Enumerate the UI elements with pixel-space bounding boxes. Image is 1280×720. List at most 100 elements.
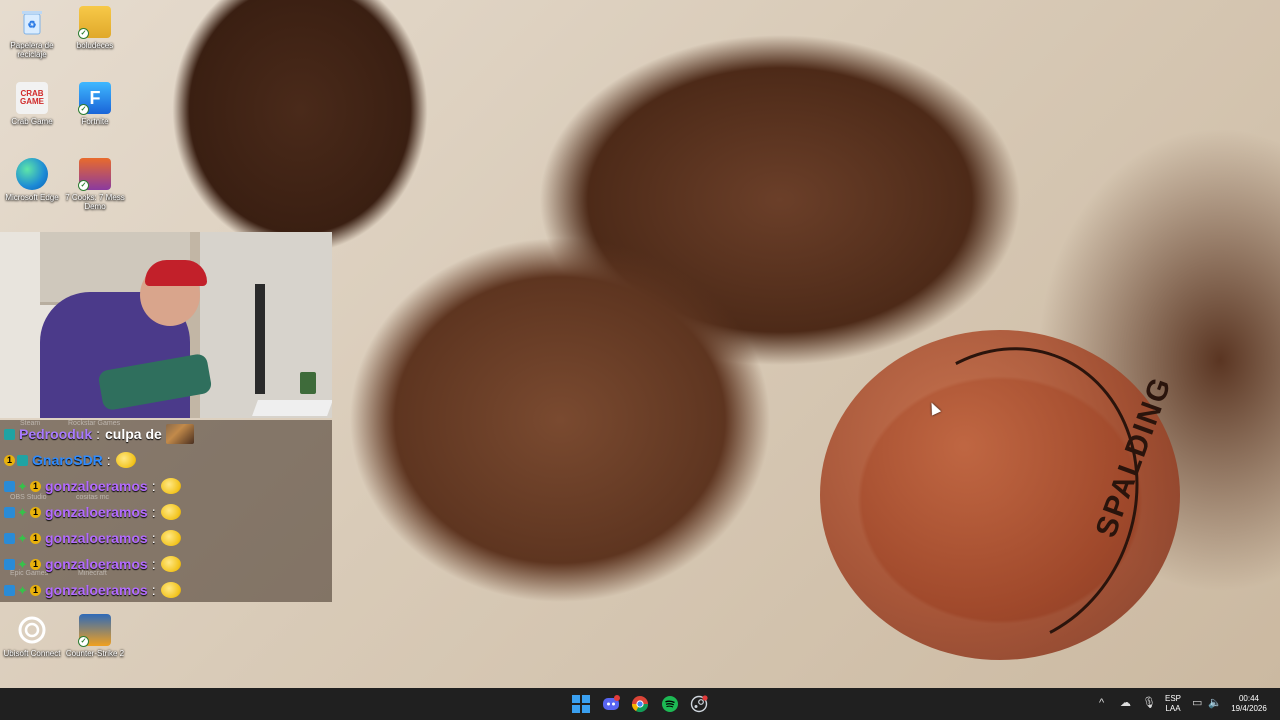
- sunglasses-emote-icon: [160, 582, 181, 598]
- chat-colon: :: [151, 556, 156, 572]
- chat-username[interactable]: Pedrooduk: [19, 426, 92, 442]
- spotify-taskbar-button[interactable]: [660, 694, 680, 714]
- leaf-badge-icon: ✦: [17, 582, 28, 598]
- language-code: ESP: [1164, 694, 1181, 703]
- game-icon: ✓: [78, 158, 111, 191]
- clock-date: 19/4/2026: [1231, 704, 1267, 713]
- sync-check-icon: ✓: [78, 28, 89, 39]
- keyboard: [252, 400, 332, 416]
- desktop-icon-ubisoft[interactable]: Ubisoft Connect: [0, 614, 64, 658]
- desktop-icon-label: boludeces: [76, 41, 114, 50]
- edge-icon: [16, 158, 48, 190]
- chat-message: Pedrooduk : culpa de: [4, 422, 194, 446]
- cup: [300, 372, 316, 394]
- prime-badge-icon: [4, 584, 15, 596]
- clock-time: 00:44: [1238, 694, 1260, 703]
- prime-badge-icon: [4, 558, 15, 570]
- chat-username[interactable]: gonzaloeramos: [45, 478, 148, 494]
- sunglasses-emote-icon: [160, 504, 181, 520]
- leaf-badge-icon: ✦: [17, 556, 28, 572]
- streamer-cap: [145, 260, 207, 286]
- start-button[interactable]: [571, 694, 591, 714]
- chat-colon: :: [151, 478, 156, 494]
- sub-badge-icon: 1: [4, 454, 15, 466]
- chat-message: ✦ 1 gonzaloeramos :: [4, 578, 181, 602]
- taskbar: ^ ☁ 🎙 ESP LAA ▭ 🔈 00:44 19/4/2026: [0, 688, 1280, 720]
- ubisoft-icon: [16, 614, 48, 646]
- desktop-icon-label: Fortnite: [81, 117, 109, 126]
- partner-badge-icon: [4, 428, 15, 440]
- chat-username[interactable]: gonzaloeramos: [45, 556, 148, 572]
- chat-message: ✦ 1 gonzaloeramos :: [4, 500, 181, 524]
- recycle-bin-icon: ♻: [16, 6, 48, 38]
- leaf-badge-icon: ✦: [17, 478, 28, 494]
- chrome-taskbar-button[interactable]: [630, 694, 650, 714]
- volume-icon[interactable]: 🔈: [1208, 697, 1222, 709]
- chat-username[interactable]: gonzaloeramos: [45, 504, 148, 520]
- language-indicator[interactable]: ESP LAA: [1162, 694, 1184, 714]
- microphone-stand: [255, 284, 265, 394]
- windows-logo-icon: [572, 695, 590, 713]
- desktop-icon-label: Microsoft Edge: [5, 193, 59, 202]
- network-icon[interactable]: ▭: [1192, 697, 1202, 709]
- fortnite-icon: F ✓: [78, 82, 111, 115]
- sunglasses-emote-icon: [160, 530, 181, 546]
- chat-text: culpa de: [105, 426, 162, 442]
- discord-icon: [603, 695, 620, 710]
- sunglasses-emote-icon: [160, 478, 181, 494]
- steam-taskbar-button[interactable]: [689, 694, 709, 714]
- leaf-badge-icon: ✦: [17, 530, 28, 546]
- chat-colon: :: [151, 504, 156, 520]
- prime-badge-icon: [4, 532, 15, 544]
- partner-badge-icon: [17, 454, 28, 466]
- desktop-icon-crab-game[interactable]: CRAB GAME Crab Game: [0, 82, 64, 126]
- spotify-icon: [662, 696, 678, 712]
- sync-check-icon: ✓: [78, 180, 89, 191]
- desktop-icon-label: Ubisoft Connect: [3, 649, 61, 658]
- chat-message: ✦ 1 gonzaloeramos :: [4, 552, 181, 576]
- chat-message: 1 GnaroSDR :: [4, 448, 136, 472]
- sub-badge-icon: 1: [30, 584, 41, 596]
- chrome-icon: [631, 696, 649, 713]
- desktop-icon-edge[interactable]: Microsoft Edge: [0, 158, 64, 202]
- chat-colon: :: [151, 582, 156, 598]
- chat-message: ✦ 1 gonzaloeramos :: [4, 474, 181, 498]
- desktop-icon-7-cooks[interactable]: ✓ 7 Cooks: 7 Mess Demo: [63, 158, 127, 211]
- keyboard-layout: LAA: [1165, 704, 1181, 713]
- sunglasses-emote-icon: [115, 452, 136, 468]
- chat-username[interactable]: gonzaloeramos: [45, 530, 148, 546]
- prime-badge-icon: [4, 480, 15, 492]
- svg-text:♻: ♻: [28, 20, 37, 31]
- microphone-icon[interactable]: 🎙: [1142, 697, 1156, 709]
- folder-icon: ✓: [78, 6, 111, 39]
- image-emote-icon: [165, 424, 194, 444]
- chat-username[interactable]: GnaroSDR: [32, 452, 103, 468]
- chat-colon: :: [106, 452, 111, 468]
- desktop-icon-fortnite[interactable]: F ✓ Fortnite: [63, 82, 127, 126]
- sub-badge-icon: 1: [30, 532, 41, 544]
- chat-overlay: Steam Rockstar Games OBS Studio cositas …: [0, 420, 332, 602]
- leaf-badge-icon: ✦: [17, 504, 28, 520]
- sunglasses-emote-icon: [160, 556, 181, 572]
- desktop-icon-label: Papelera de reciclaje: [10, 41, 54, 59]
- counter-strike-icon: ✓: [78, 614, 111, 647]
- show-hidden-icons-chevron-icon[interactable]: ^: [1099, 697, 1104, 709]
- chat-colon: :: [96, 426, 101, 442]
- prime-badge-icon: [4, 506, 15, 518]
- desktop-icon-label: Crab Game: [11, 117, 53, 126]
- steam-icon: [690, 695, 708, 713]
- chat-colon: :: [151, 530, 156, 546]
- discord-taskbar-button[interactable]: [601, 694, 621, 714]
- chat-message: ✦ 1 gonzaloeramos :: [4, 526, 181, 550]
- onedrive-icon[interactable]: ☁: [1120, 697, 1131, 709]
- crab-game-icon: CRAB GAME: [16, 82, 48, 114]
- desktop-icon-label: 7 Cooks: 7 Mess Demo: [65, 193, 125, 211]
- desktop-icon-recycle-bin[interactable]: ♻ Papelera de reciclaje: [0, 6, 64, 59]
- webcam-overlay: [0, 232, 332, 418]
- desktop-icon-folder[interactable]: ✓ boludeces: [63, 6, 127, 50]
- chat-username[interactable]: gonzaloeramos: [45, 582, 148, 598]
- clock[interactable]: 00:44 19/4/2026: [1226, 694, 1272, 714]
- desktop-icon-counter-strike[interactable]: ✓ Counter-Strike 2: [63, 614, 127, 658]
- sub-badge-icon: 1: [30, 506, 41, 518]
- sync-check-icon: ✓: [78, 104, 89, 115]
